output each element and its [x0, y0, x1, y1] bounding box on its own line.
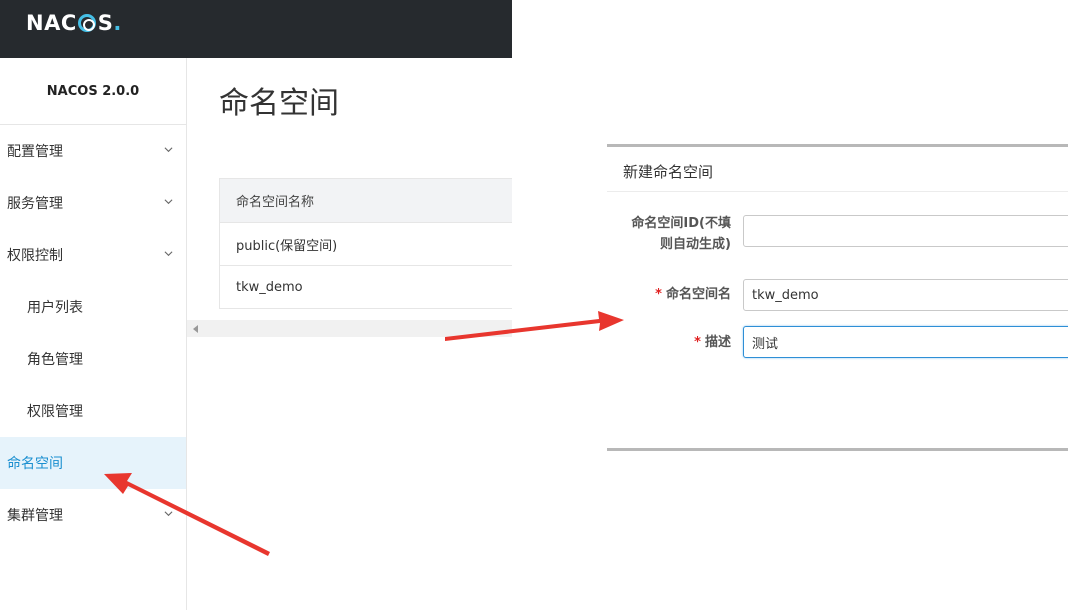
sidebar-item-role[interactable]: 角色管理	[0, 333, 186, 385]
namespace-name-input[interactable]	[743, 279, 1068, 311]
dialog-divider	[607, 191, 1068, 192]
screenshot-composite: NA C S. NACOS 2.0.0 配置管理 服务管理 权限控制 用户列表 角色…	[0, 0, 1068, 610]
chevron-down-icon	[164, 511, 173, 517]
namespace-name-label: * 命名空间名	[655, 287, 731, 302]
logo-o-icon	[77, 14, 96, 32]
sidebar-item-label: 用户列表	[27, 300, 83, 316]
sidebar-item-cluster[interactable]: 集群管理	[0, 489, 186, 541]
description-label: * 描述	[694, 335, 731, 350]
sidebar-item-label: 服务管理	[7, 196, 63, 212]
namespace-table: 命名空间名称 public(保留空间) tkw_demo	[219, 178, 512, 309]
sidebar-item-label: 集群管理	[7, 508, 63, 524]
scroll-left-icon[interactable]	[193, 325, 198, 333]
sidebar-item-label: 权限控制	[7, 248, 63, 264]
description-input[interactable]	[743, 326, 1068, 358]
sidebar-item-label: 权限管理	[27, 404, 83, 420]
top-navbar: NA C S.	[0, 0, 512, 58]
sidebar-item-namespace[interactable]: 命名空间	[0, 437, 186, 489]
sidebar-item-label: 命名空间	[7, 456, 63, 472]
version-label: NACOS 2.0.0	[0, 58, 186, 125]
sidebar-item-user-list[interactable]: 用户列表	[0, 281, 186, 333]
nacos-logo[interactable]: NA C S.	[26, 10, 122, 36]
sidebar-item-permission[interactable]: 权限控制	[0, 229, 186, 281]
namespace-id-label: 命名空间ID(不填 则自动生成)	[631, 216, 731, 252]
page-title: 命名空间	[219, 86, 339, 121]
sidebar-item-privilege[interactable]: 权限管理	[0, 385, 186, 437]
chevron-down-icon	[164, 199, 173, 205]
sidebar-item-label: 角色管理	[27, 352, 83, 368]
sidebar-item-config[interactable]: 配置管理	[0, 125, 186, 177]
sidebar-item-label: 配置管理	[7, 144, 63, 160]
table-row[interactable]: public(保留空间)	[220, 222, 512, 265]
table-header-name: 命名空间名称	[220, 179, 512, 222]
chevron-down-icon	[164, 147, 173, 153]
horizontal-scrollbar[interactable]	[187, 320, 512, 337]
sidebar-item-service[interactable]: 服务管理	[0, 177, 186, 229]
table-row[interactable]: tkw_demo	[220, 265, 512, 308]
namespace-id-input[interactable]	[743, 215, 1068, 247]
chevron-down-icon	[164, 251, 173, 257]
dialog-title: 新建命名空间	[623, 163, 714, 181]
sidebar: NACOS 2.0.0 配置管理 服务管理 权限控制 用户列表 角色管理 权限管…	[0, 58, 187, 610]
new-namespace-dialog: 新建命名空间 命名空间ID(不填 则自动生成) *命名空间名 *描述	[607, 144, 1068, 451]
